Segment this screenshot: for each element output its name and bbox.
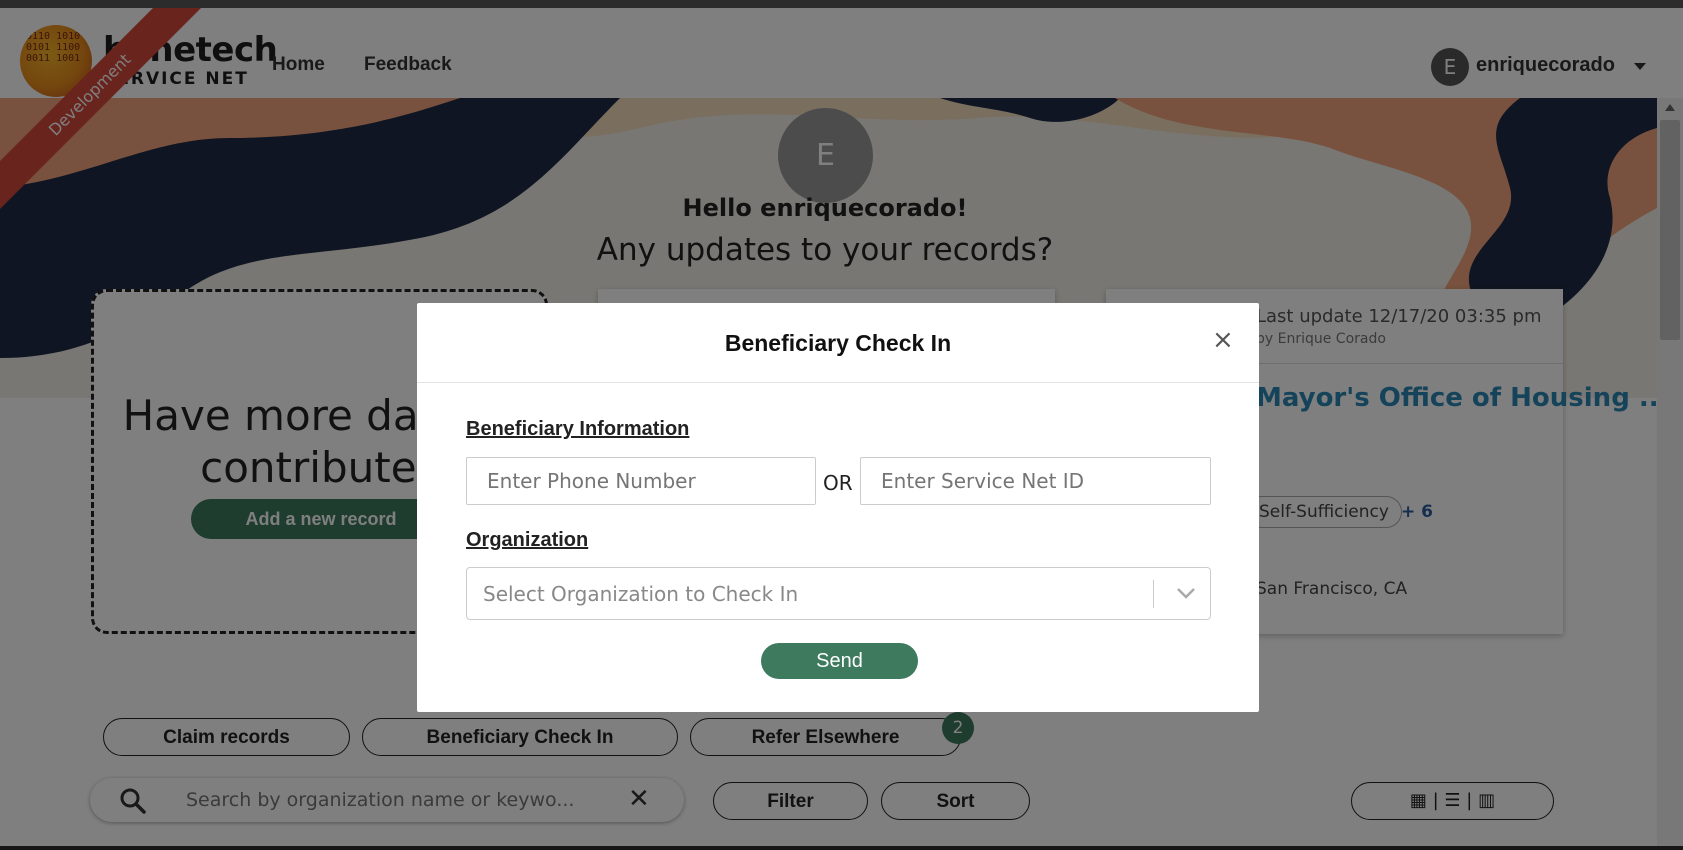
window-top-bar bbox=[0, 0, 1683, 8]
service-net-id-field[interactable] bbox=[860, 457, 1211, 505]
phone-number-field[interactable] bbox=[466, 457, 816, 505]
or-separator: OR bbox=[823, 471, 853, 495]
organization-select[interactable]: Select Organization to Check In bbox=[466, 567, 1211, 620]
modal-title: Beneficiary Check In bbox=[724, 330, 952, 356]
close-icon[interactable]: × bbox=[1212, 325, 1234, 355]
select-divider bbox=[1153, 580, 1154, 608]
beneficiary-information-label: Beneficiary Information bbox=[466, 418, 690, 440]
beneficiary-check-in-modal: Beneficiary Check In × Beneficiary Infor… bbox=[417, 303, 1259, 712]
modal-header: Beneficiary Check In × bbox=[417, 303, 1259, 383]
organization-label: Organization bbox=[466, 529, 589, 551]
organization-select-placeholder: Select Organization to Check In bbox=[483, 582, 799, 606]
send-button[interactable]: Send bbox=[761, 643, 918, 679]
chevron-down-icon[interactable] bbox=[1175, 582, 1197, 604]
